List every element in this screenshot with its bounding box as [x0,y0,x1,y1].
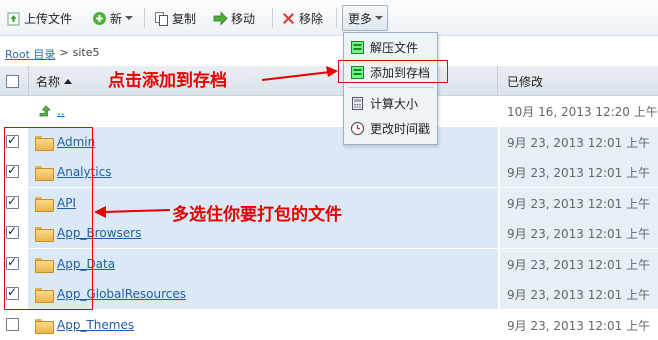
annotation-arrows [94,66,338,218]
annotation-click-add: 点击添加到存档 [108,71,227,91]
annotation-multi-select: 多选住你要打包的文件 [172,205,342,225]
